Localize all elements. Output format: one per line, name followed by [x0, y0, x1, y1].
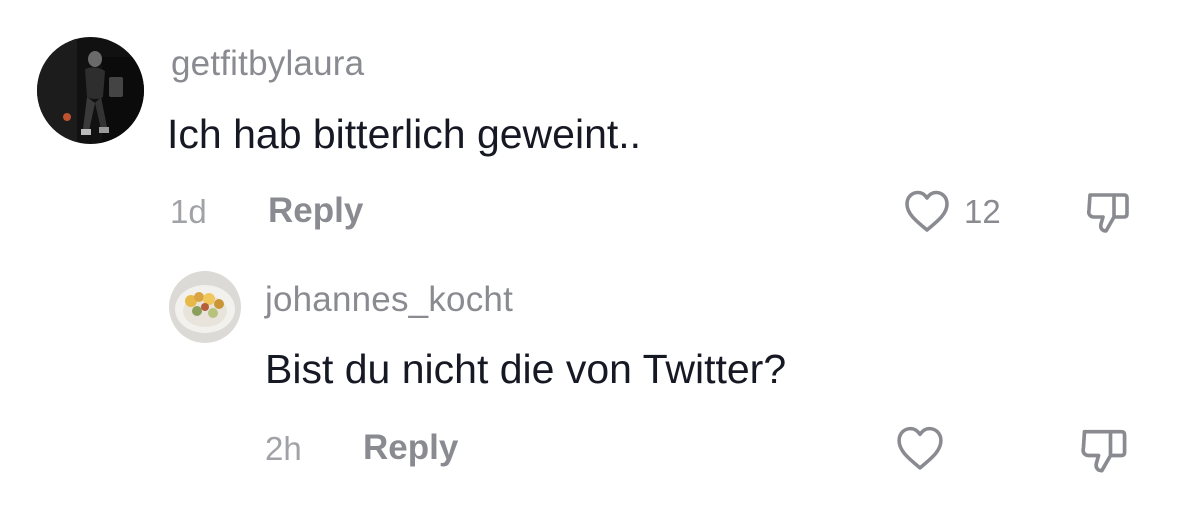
comment-username[interactable]: getfitbylaura — [171, 44, 364, 84]
comment-username[interactable]: johannes_kocht — [265, 280, 513, 320]
heart-outline-icon[interactable] — [894, 425, 946, 471]
reply-button[interactable]: Reply — [268, 191, 363, 231]
avatar-image — [169, 271, 241, 343]
comment-text: Bist du nicht die von Twitter? — [265, 346, 787, 392]
heart-outline-icon[interactable] — [903, 189, 951, 233]
thumbs-down-icon[interactable] — [1084, 187, 1132, 235]
thumbs-down-icon[interactable] — [1078, 423, 1130, 475]
comment-text: Ich hab bitterlich geweint.. — [167, 111, 642, 157]
reply-button[interactable]: Reply — [363, 428, 458, 468]
like-count: 12 — [964, 193, 1001, 230]
reply-comment-item: johannes_kocht Bist du nicht die von Twi… — [0, 250, 1179, 505]
avatar-image — [37, 37, 144, 144]
comment-timestamp: 2h — [265, 430, 302, 467]
avatar[interactable] — [37, 37, 144, 144]
avatar[interactable] — [169, 271, 241, 343]
comment-item: getfitbylaura Ich hab bitterlich geweint… — [0, 0, 1179, 250]
comment-timestamp: 1d — [170, 193, 207, 230]
